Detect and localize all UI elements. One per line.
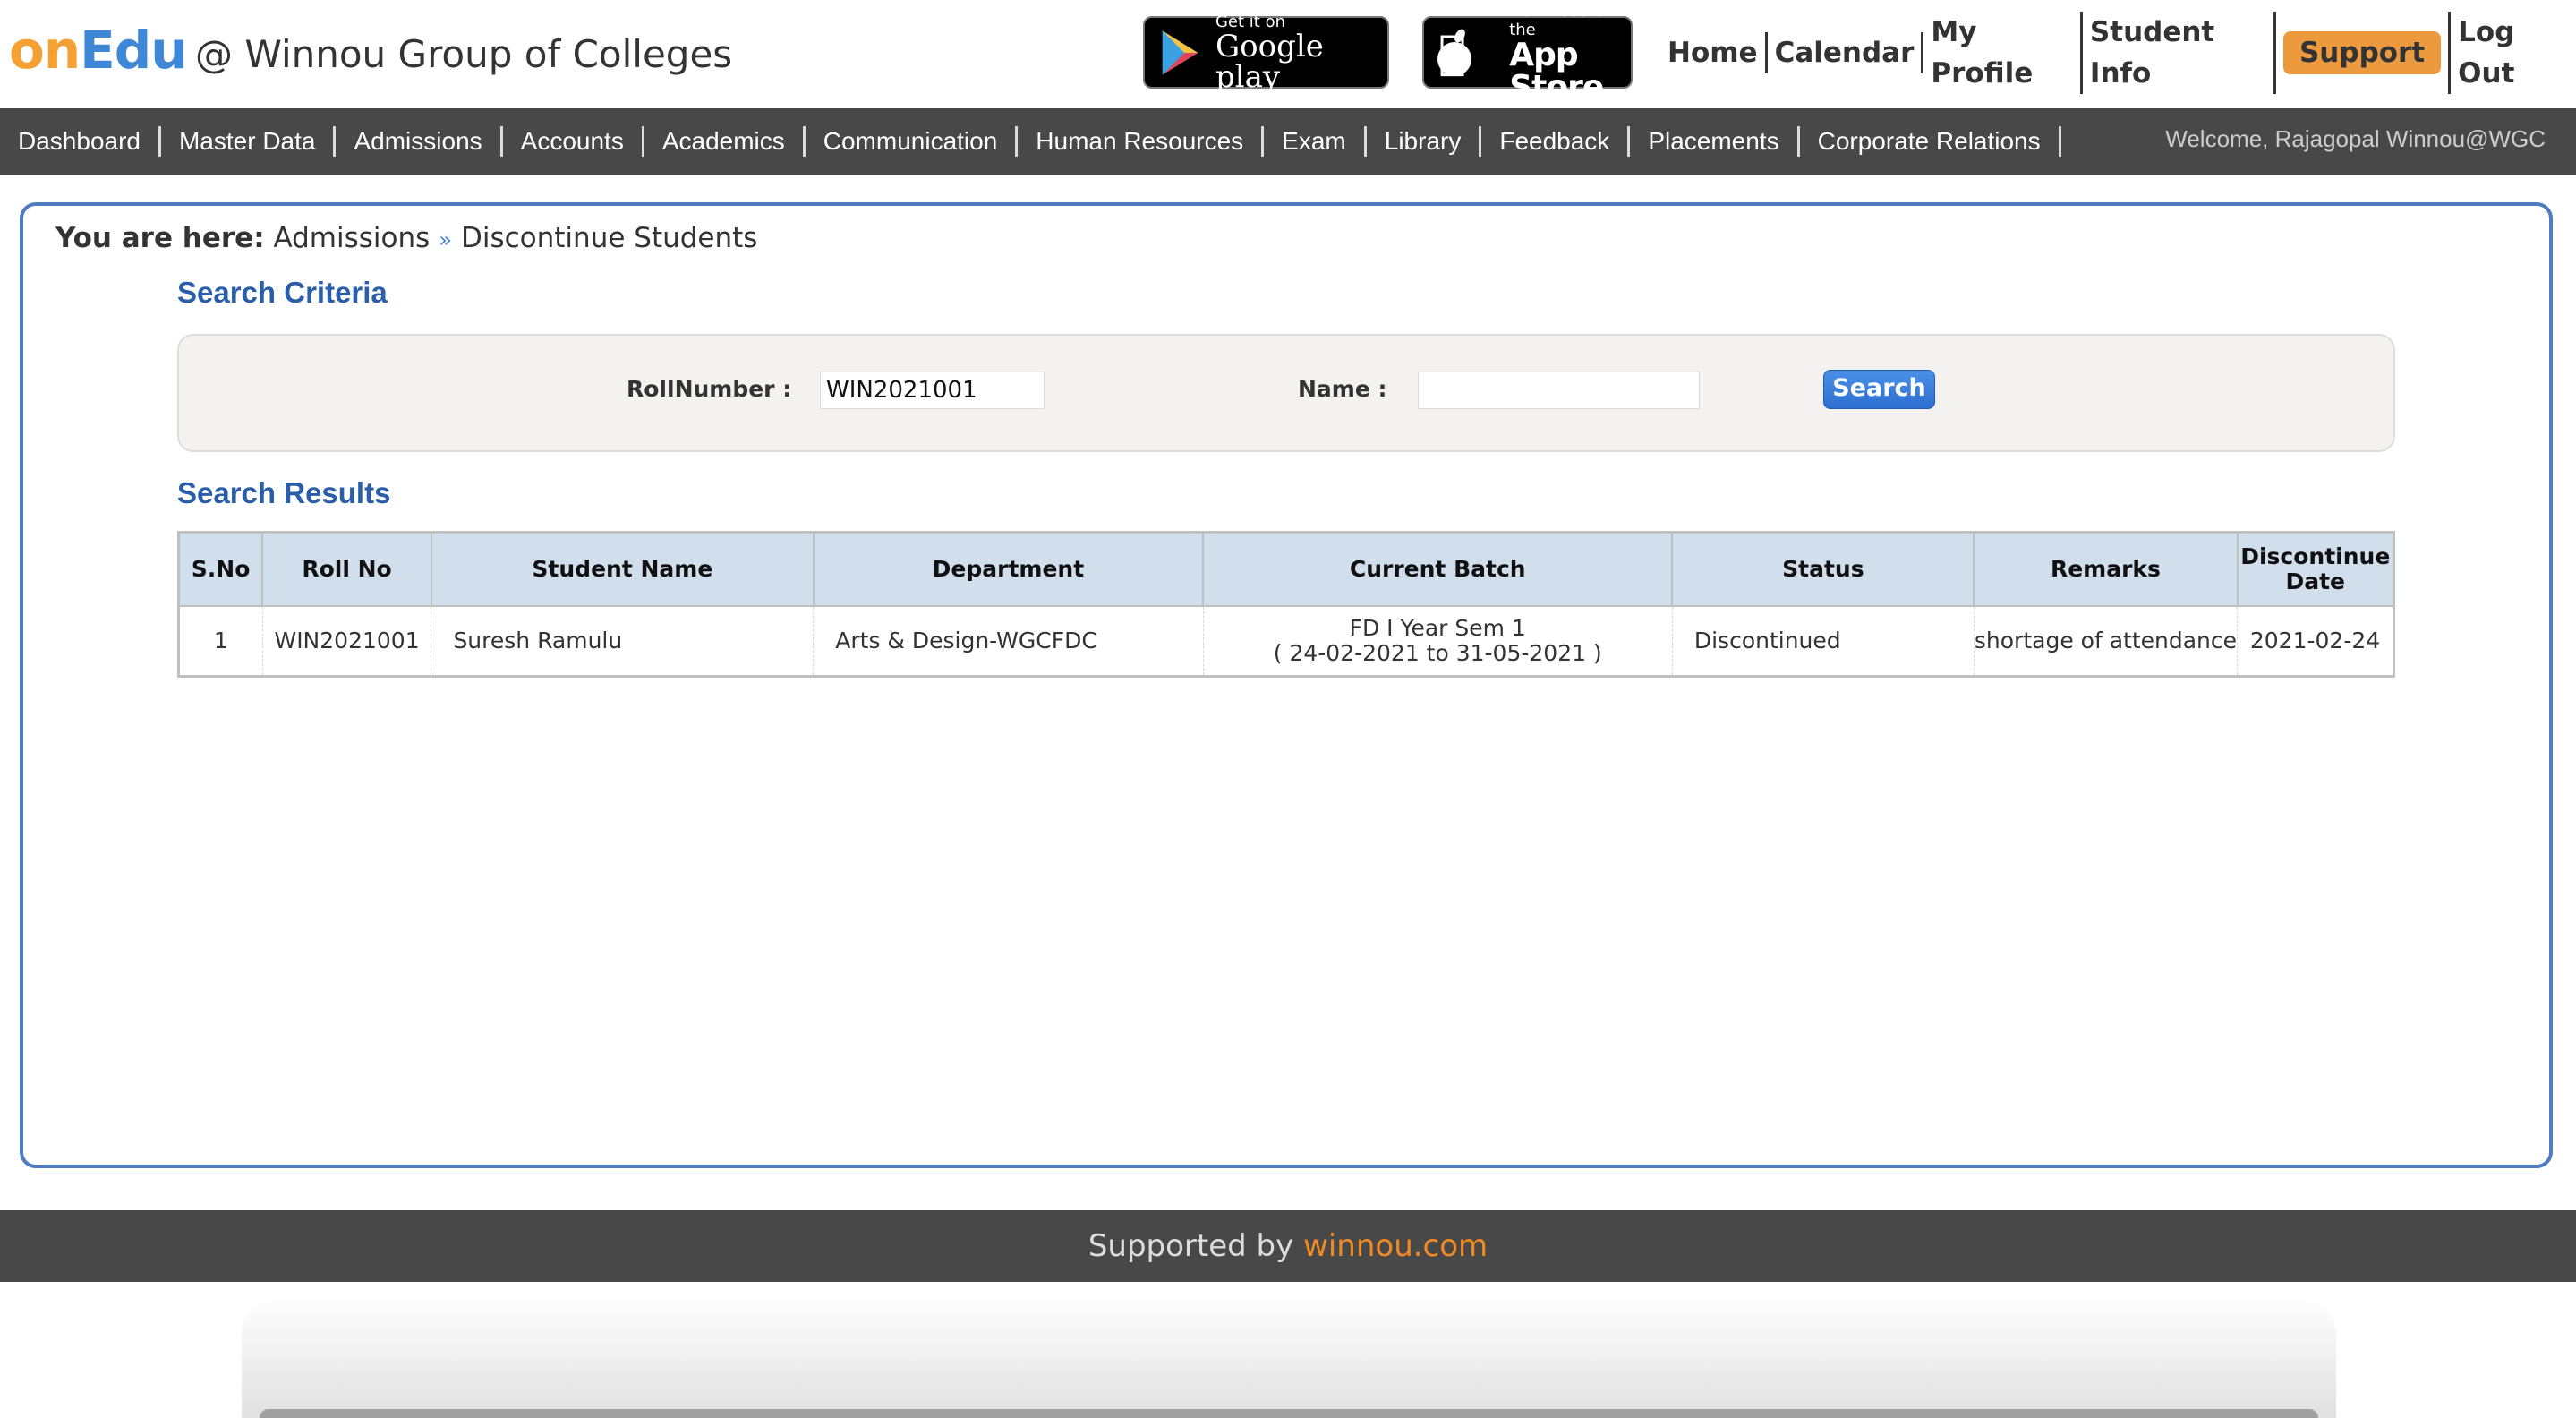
- col-remarks: Remarks: [1973, 531, 2239, 607]
- search-criteria-title: Search Criteria: [177, 276, 388, 309]
- col-roll-no: Roll No: [261, 531, 432, 607]
- nav-admissions[interactable]: Admissions: [336, 126, 503, 157]
- cell-department: Arts & Design-WGCFDC: [813, 605, 1204, 677]
- home-link[interactable]: Home: [1660, 32, 1768, 73]
- name-input[interactable]: [1418, 372, 1700, 409]
- table-row: 1 WIN2021001 Suresh Ramulu Arts & Design…: [178, 605, 2394, 677]
- nav-exam[interactable]: Exam: [1264, 126, 1367, 157]
- calendar-link[interactable]: Calendar: [1768, 32, 1924, 73]
- cell-remarks: shortage of attendance: [1973, 605, 2239, 677]
- my-profile-link[interactable]: My Profile: [1923, 12, 2083, 94]
- results-table: S.No Roll No Student Name Department Cur…: [177, 531, 2395, 678]
- nav-academics[interactable]: Academics: [644, 126, 806, 157]
- nav-feedback[interactable]: Feedback: [1481, 126, 1631, 157]
- breadcrumb-admissions[interactable]: Admissions: [273, 222, 430, 254]
- breadcrumb: You are here: Admissions » Discontinue Stu…: [55, 222, 757, 254]
- breadcrumb-current: Discontinue Students: [460, 222, 758, 254]
- search-button[interactable]: Search: [1823, 370, 1935, 409]
- search-results-title: Search Results: [177, 476, 391, 509]
- footer-text: Supported by: [1088, 1228, 1304, 1264]
- cell-sno: 1: [178, 605, 263, 677]
- institution-name: @ Winnou Group of Colleges: [195, 32, 733, 76]
- batch-name: FD I Year Sem 1: [1349, 614, 1526, 641]
- google-play-big: Google play: [1215, 29, 1324, 95]
- app-store-badge[interactable]:  Download on theApp Store: [1422, 2, 1633, 103]
- bottom-bar: [260, 1409, 2318, 1418]
- cell-student-name: Suresh Ramulu: [431, 605, 815, 677]
- nav-master-data[interactable]: Master Data: [161, 126, 337, 157]
- app-store-big: App Store: [1481, 27, 1604, 103]
- cell-roll-no: WIN2021001: [261, 605, 432, 677]
- bottom-shadow: [242, 1298, 2336, 1418]
- table-header-row: S.No Roll No Student Name Department Cur…: [177, 531, 2395, 607]
- google-play-badge[interactable]: Get it on Google play: [1143, 13, 1389, 95]
- nav-human-resources[interactable]: Human Resources: [1018, 126, 1265, 157]
- roll-number-label: RollNumber :: [627, 376, 792, 402]
- nav-corporate-relations[interactable]: Corporate Relations: [1800, 126, 2061, 157]
- welcome-text: Welcome, Rajagopal Winnou@WGC: [2165, 125, 2546, 152]
- cell-current-batch: FD I Year Sem 1( 24-02-2021 to 31-05-202…: [1202, 605, 1673, 677]
- nav-communication[interactable]: Communication: [806, 126, 1019, 157]
- nav-placements[interactable]: Placements: [1630, 126, 1800, 157]
- top-links: Home Calendar My Profile Student Info Su…: [1660, 12, 2576, 94]
- student-info-link[interactable]: Student Info: [2083, 12, 2276, 94]
- col-sno: S.No: [177, 531, 264, 607]
- onedu-logo[interactable]: onEdu: [9, 20, 188, 81]
- footer-link[interactable]: winnou.com: [1303, 1228, 1488, 1264]
- logo-edu: Edu: [80, 20, 187, 81]
- google-play-icon: [1162, 30, 1198, 74]
- footer: Supported by winnou.com: [0, 1210, 2576, 1282]
- cell-discontinue-date: 2021-02-24: [2237, 605, 2394, 677]
- logout-link[interactable]: Log Out: [2448, 12, 2576, 94]
- col-department: Department: [812, 531, 1205, 607]
- batch-range: ( 24-02-2021 to 31-05-2021 ): [1273, 639, 1602, 666]
- col-status: Status: [1671, 531, 1975, 607]
- breadcrumb-separator-icon: »: [439, 227, 452, 252]
- col-student-name: Student Name: [430, 531, 815, 607]
- header: onEdu @ Winnou Group of Colleges Get it …: [0, 0, 2576, 108]
- nav-accounts[interactable]: Accounts: [503, 126, 644, 157]
- app-store-small: Download on the: [1481, 2, 1618, 39]
- breadcrumb-prefix: You are here:: [55, 222, 265, 254]
- roll-number-input[interactable]: [820, 372, 1045, 409]
- col-discontinue-date: Discontinue Date: [2236, 531, 2395, 607]
- col-current-batch: Current Batch: [1202, 531, 1674, 607]
- search-criteria-box: [177, 334, 2395, 452]
- nav-dashboard[interactable]: Dashboard: [18, 126, 161, 157]
- logo-on: on: [9, 20, 81, 81]
- apple-icon-shape: [1437, 29, 1471, 76]
- name-label: Name :: [1298, 376, 1387, 402]
- cell-status: Discontinued: [1671, 605, 1975, 677]
- support-button[interactable]: Support: [2282, 31, 2442, 74]
- nav-library[interactable]: Library: [1367, 126, 1482, 157]
